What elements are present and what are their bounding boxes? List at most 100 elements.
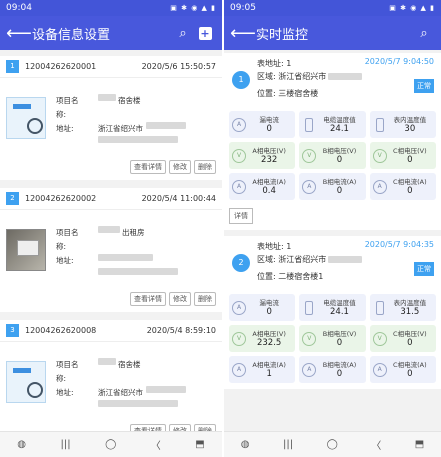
system-nav-bar: ◍ ||| ◯ 〈 ⬒ [224,431,441,457]
address-value: 浙江省绍兴市 [98,387,143,397]
location: 位置: 二楼宿舍楼1 [257,272,324,281]
voltage-icon: V [232,331,246,346]
update-time: 2020/5/7 9:04:50 [364,57,434,66]
search-icon[interactable]: ⌕ [172,26,194,41]
metric-value: 232 [261,154,278,165]
device-card: 3 12004262620008 2020/5/4 8:59:10 项目名称: 宿… [0,320,222,444]
home-icon[interactable]: ◯ [105,439,116,450]
device-index: 2 [6,192,19,205]
edit-button[interactable]: 修改 [169,160,191,174]
add-device-button[interactable]: + [194,26,216,41]
metric-meter-temp: 表内温度值 31.5 [369,294,436,321]
ampere-icon: A [232,117,246,132]
device-list: 1 12004262620001 2020/5/6 15:50:57 项目名称:… [0,50,222,444]
meter-address: 表地址: 1 [257,242,292,251]
app-bar: ⟵ 设备信息设置 ⌕ + [0,16,222,50]
metric-b-voltage: V B相电压(V) 0 [299,325,366,352]
device-date: 2020/5/6 15:50:57 [141,62,216,71]
ampere-icon: A [232,179,246,194]
details-button[interactable]: 详情 [229,208,253,224]
metric-b-current: A B相电流(A) 0 [299,173,366,200]
back-icon[interactable]: 〈 [371,437,381,452]
monitor-card-header: 2 表地址: 1 区域: 浙江省绍兴市 位置: 二楼宿舍楼1 2020/5/7 … [229,240,436,294]
metric-value: 24.1 [330,123,349,134]
metric-value: 0 [266,306,272,317]
monitor-list: 1 表地址: 1 区域: 浙江省绍兴市 位置: 三楼宿舍楼 2020/5/7 9… [224,50,441,389]
accessibility-icon[interactable]: ⬒ [415,439,424,450]
recent-apps-icon[interactable]: ||| [283,439,293,450]
document-search-icon [6,97,46,139]
metric-value: 30 [404,123,416,134]
card-index: 2 [232,254,250,272]
status-icons: ▣ ✱ ◉ ▲ ▮ [170,4,216,12]
metric-value: 0 [336,337,343,348]
device-card-body: 项目名称: 出租房 地址: [0,210,222,290]
assistant-icon[interactable]: ◍ [241,439,250,450]
metric-leakage: A 漏电流 0 [229,111,296,138]
device-photo [6,229,46,271]
back-arrow-icon[interactable]: ⟵ [230,23,256,44]
search-icon[interactable]: ⌕ [413,26,435,41]
status-badge: 正常 [414,79,434,93]
address-label: 地址: [56,123,74,133]
metric-value: 0 [266,123,272,134]
metric-value: 0 [407,368,413,379]
recent-apps-icon[interactable]: ||| [60,439,70,450]
metric-b-current: A B相电流(A) 0 [299,356,366,383]
metric-value: 0 [407,154,413,165]
device-date: 2020/5/4 8:59:10 [146,326,216,335]
home-icon[interactable]: ◯ [327,439,338,450]
metric-a-voltage: V A相电压(V) 232 [229,142,296,169]
monitor-card-header: 1 表地址: 1 区域: 浙江省绍兴市 位置: 三楼宿舍楼 2020/5/7 9… [229,57,436,111]
monitor-card: 1 表地址: 1 区域: 浙江省绍兴市 位置: 三楼宿舍楼 2020/5/7 9… [224,53,441,230]
back-icon[interactable]: 〈 [151,437,161,452]
region: 区域: 浙江省绍兴市 [257,254,363,265]
accessibility-icon[interactable]: ⬒ [195,439,204,450]
update-time: 2020/5/7 9:04:35 [364,240,434,249]
metric-value: 0.4 [262,185,276,196]
page-title: 设备信息设置 [32,27,111,43]
metrics-grid: A 漏电流 0 电缆温度值 24.1 表内温度值 30 V A相电压(V) 232 V B相电… [229,111,436,200]
thermometer-icon [305,300,314,315]
device-settings-screen: 09:04 ▣ ✱ ◉ ▲ ▮ ⟵ 设备信息设置 ⌕ + 1 120042626… [0,0,222,457]
metric-value: 31.5 [400,306,420,317]
address-label: 地址: [56,255,74,265]
device-code: 12004262620008 [25,326,97,335]
delete-button[interactable]: 删除 [194,160,216,174]
delete-button[interactable]: 删除 [194,292,216,306]
metric-cable-temp: 电缆温度值 24.1 [299,111,366,138]
view-details-button[interactable]: 查看详情 [130,160,166,174]
status-bar: 09:05 ▣ ✱ ◉ ▲ ▮ [224,0,441,16]
status-time: 09:05 [230,3,256,13]
assistant-icon[interactable]: ◍ [17,439,26,450]
metric-b-voltage: V B相电压(V) 0 [299,142,366,169]
device-info: 项目名称: 宿舍楼 地址: 浙江省绍兴市 [56,93,186,143]
location: 位置: 三楼宿舍楼 [257,89,319,98]
project-name-label: 项目名称: [56,95,79,119]
status-icons: ▣ ✱ ◉ ▲ ▮ [389,4,435,12]
metrics-grid: A 漏电流 0 电缆温度值 24.1 表内温度值 31.5 V A相电压(V) 232.5 … [229,294,436,383]
metric-leakage: A 漏电流 0 [229,294,296,321]
device-card: 2 12004262620002 2020/5/4 11:00:44 项目名称:… [0,188,222,312]
back-arrow-icon[interactable]: ⟵ [6,23,32,44]
metric-a-current: A A相电流(A) 0.4 [229,173,296,200]
metric-a-voltage: V A相电压(V) 232.5 [229,325,296,352]
device-card: 1 12004262620001 2020/5/6 15:50:57 项目名称:… [0,56,222,180]
system-nav-bar: ◍ ||| ◯ 〈 ⬒ [0,431,222,457]
voltage-icon: V [302,331,317,346]
device-info: 项目名称: 宿舍楼 地址: 浙江省绍兴市 [56,357,186,407]
device-card-body: 项目名称: 宿舍楼 地址: 浙江省绍兴市 [0,342,222,422]
device-code: 12004262620001 [25,62,97,71]
device-actions: 查看详情 修改 删除 [0,290,222,312]
metric-value: 0 [336,185,343,196]
metric-value: 0 [407,337,413,348]
device-index: 1 [6,60,19,73]
view-details-button[interactable]: 查看详情 [130,292,166,306]
edit-button[interactable]: 修改 [169,292,191,306]
metric-c-current: A C相电流(A) 0 [369,173,436,200]
metric-value: 232.5 [256,337,282,348]
ampere-icon: A [372,362,387,377]
device-card-body: 项目名称: 宿舍楼 地址: 浙江省绍兴市 [0,78,222,158]
ampere-icon: A [302,179,317,194]
voltage-icon: V [372,331,387,346]
